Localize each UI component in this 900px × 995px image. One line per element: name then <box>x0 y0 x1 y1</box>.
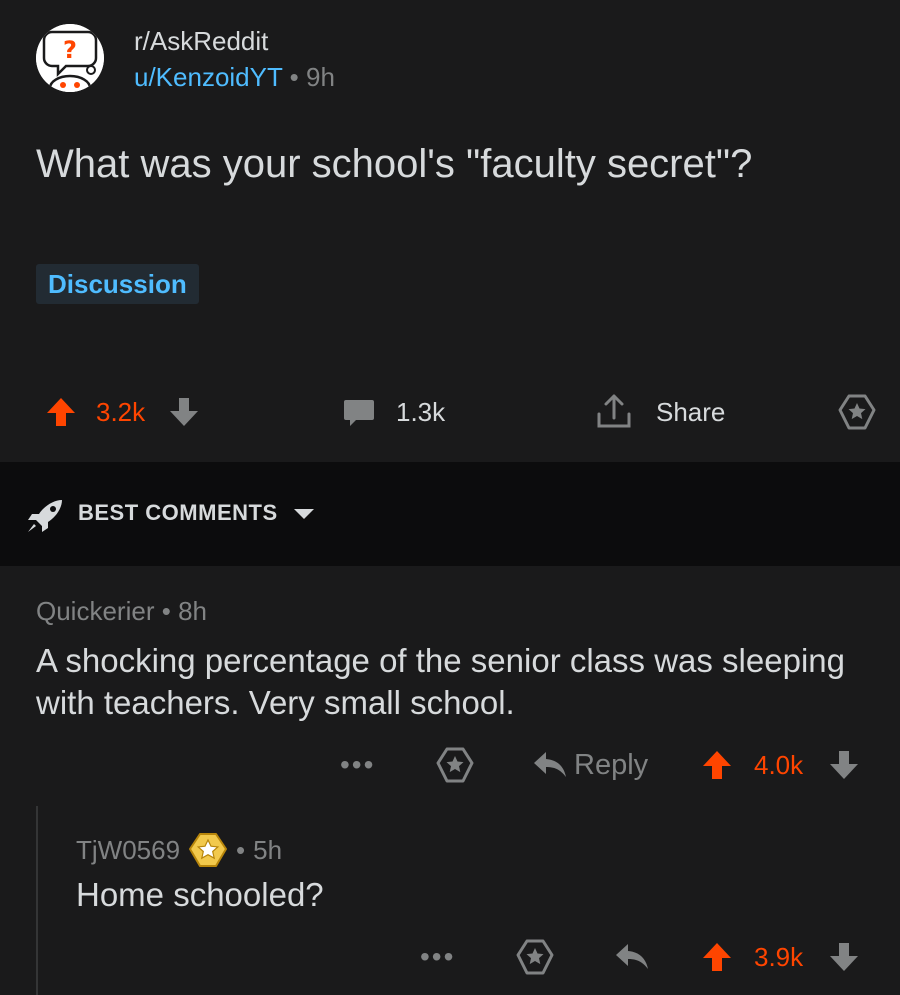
thread-line[interactable] <box>36 806 38 995</box>
upvote-icon[interactable] <box>700 748 734 782</box>
upvote-icon[interactable] <box>44 395 78 429</box>
rocket-icon <box>26 498 66 534</box>
more-options-icon[interactable]: ••• <box>420 941 455 973</box>
upvote-icon[interactable] <box>700 940 734 974</box>
comment-author[interactable]: TjW0569 <box>76 835 180 866</box>
user-flair-award-icon <box>188 832 228 868</box>
more-options-icon[interactable]: ••• <box>340 749 375 781</box>
caret-down-icon <box>292 507 316 521</box>
share-label: Share <box>656 396 726 427</box>
post-title[interactable]: What was your school's "faculty secret"? <box>36 140 836 188</box>
comment-bubble-icon <box>342 395 376 429</box>
sort-label: BEST COMMENTS <box>78 500 278 525</box>
comment-body: A shocking percentage of the senior clas… <box>36 642 845 721</box>
comment-age: 5h <box>253 834 283 865</box>
comment-award-button[interactable] <box>436 740 474 790</box>
comments-button[interactable]: 1.3k <box>342 386 445 438</box>
subreddit-avatar-icon[interactable]: ? <box>36 24 104 92</box>
comment-age: 8h <box>178 596 207 626</box>
meta-separator: • <box>161 596 171 626</box>
post-age: 9h <box>305 62 335 92</box>
comment-score: 4.0k <box>754 749 804 780</box>
comment-body: Home schooled? <box>76 876 324 913</box>
share-icon <box>594 392 634 432</box>
comments-count: 1.3k <box>396 396 446 427</box>
reply-button[interactable] <box>614 932 650 982</box>
share-button[interactable]: Share <box>594 386 725 438</box>
post-score: 3.2k <box>96 396 146 427</box>
comment-vote-group: 3.9k <box>700 932 861 982</box>
post-award-button[interactable] <box>838 386 876 438</box>
post-meta: u/KenzoidYT • 9h <box>134 62 335 93</box>
downvote-icon[interactable] <box>827 748 861 782</box>
comment-vote-group: 4.0k <box>700 740 861 790</box>
comment-author[interactable]: Quickerier <box>36 596 154 626</box>
subreddit-name[interactable]: r/AskReddit <box>134 26 268 57</box>
reply-label: Reply <box>574 748 649 781</box>
post-author[interactable]: u/KenzoidYT <box>134 62 282 92</box>
comment-actions: ••• <box>420 932 455 982</box>
meta-separator: • <box>289 62 299 92</box>
post-actions: 3.2k 1.3k Share <box>0 386 900 438</box>
comment-award-button[interactable] <box>516 932 554 982</box>
sort-dropdown[interactable]: BEST COMMENTS <box>78 500 316 526</box>
post-vote-group: 3.2k <box>44 386 201 438</box>
comment-score: 3.9k <box>754 941 804 972</box>
reply-button[interactable]: Reply <box>532 740 648 790</box>
comment-meta: Quickerier • 8h <box>36 596 207 627</box>
comment-meta: TjW0569 • 5h <box>76 832 282 868</box>
award-icon <box>436 746 474 784</box>
reply-arrow-icon <box>532 750 568 780</box>
post-flair[interactable]: Discussion <box>36 264 199 304</box>
downvote-icon[interactable] <box>827 940 861 974</box>
award-icon <box>838 393 876 431</box>
meta-separator: • <box>236 834 246 865</box>
svg-text:?: ? <box>63 36 77 64</box>
post-card: ? r/AskReddit u/KenzoidYT • 9h What was … <box>0 0 900 462</box>
reply-arrow-icon <box>614 942 650 972</box>
award-icon <box>516 938 554 976</box>
downvote-icon[interactable] <box>167 395 201 429</box>
comment-actions: ••• <box>340 740 375 790</box>
